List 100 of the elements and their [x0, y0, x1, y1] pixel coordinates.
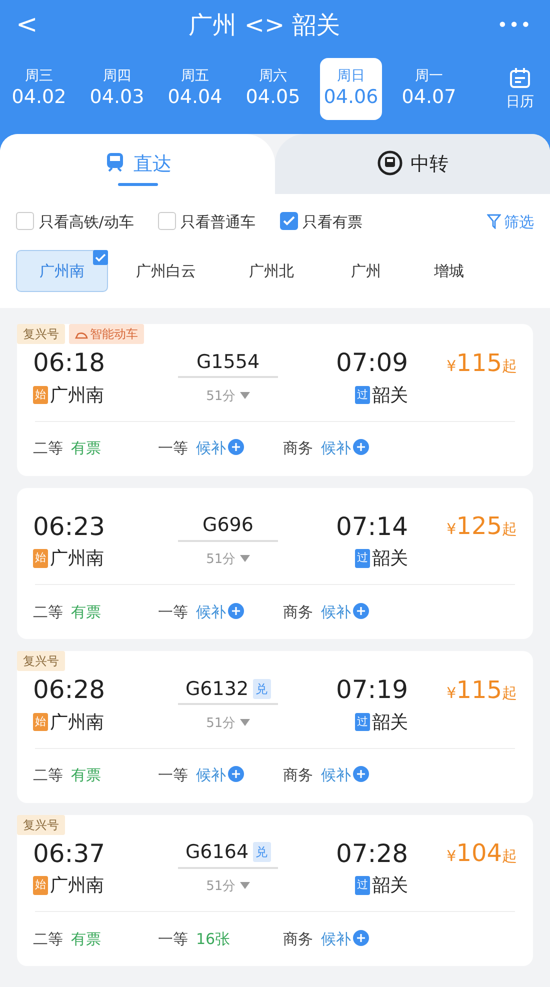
exchange-tag: 兑	[252, 842, 271, 862]
price: ¥115起	[446, 348, 517, 379]
departure-time: 06:28	[33, 674, 106, 706]
filter-button[interactable]: 筛选	[487, 210, 534, 234]
seat-status[interactable]: 候补	[196, 764, 244, 787]
duration-toggle[interactable]: 51分	[200, 712, 256, 734]
departure-time: 06:37	[33, 838, 106, 870]
plus-icon	[353, 439, 369, 456]
pass-mark: 过	[355, 386, 370, 404]
departure-station: 广州南	[50, 710, 104, 734]
departure-station: 广州南	[50, 874, 104, 898]
seat-class: 二等	[33, 765, 63, 786]
date-tab[interactable]: 周六 04.05	[242, 58, 304, 120]
calendar-button[interactable]: 日历	[506, 66, 534, 112]
seat-class: 二等	[33, 928, 63, 950]
seat-class: 一等	[158, 602, 188, 623]
caret-icon	[240, 392, 250, 399]
origin-mark: 始	[33, 712, 48, 732]
page-title: 广州 <> 韶关	[188, 10, 342, 41]
arrival-time: 07:14	[334, 510, 409, 542]
departure-time: 06:23	[33, 510, 106, 542]
caret-icon	[240, 555, 250, 562]
plus-icon	[228, 766, 244, 782]
mode-tab[interactable]: 直达	[0, 134, 275, 194]
seat-class: 二等	[33, 602, 63, 623]
filter-checkbox[interactable]: 只看高铁/动车	[16, 210, 134, 234]
arrival-station: 韶关	[372, 547, 408, 571]
departure-time: 06:18	[33, 347, 106, 379]
filter-checkbox[interactable]: 只看普通车	[158, 210, 256, 234]
arrival-station: 韶关	[372, 710, 408, 734]
seat-status[interactable]: 候补	[196, 600, 244, 624]
origin-mark: 始	[33, 386, 48, 404]
train-number: G696	[202, 513, 254, 538]
arrival-station: 韶关	[372, 384, 408, 408]
seat-class: 商务	[283, 602, 313, 623]
seat-class: 商务	[283, 438, 313, 460]
seat-class: 一等	[158, 765, 188, 786]
departure-station: 广州南	[50, 384, 104, 408]
seat-status: 有票	[71, 928, 101, 950]
seat-status: 有票	[71, 437, 101, 460]
duration-toggle[interactable]: 51分	[200, 386, 256, 408]
origin-mark: 始	[33, 549, 48, 568]
arrival-time: 07:19	[334, 674, 409, 706]
price: ¥104起	[446, 838, 517, 870]
train-tag: 复兴号	[17, 814, 65, 834]
plus-icon	[353, 602, 369, 619]
plus-icon	[228, 602, 244, 619]
date-tab[interactable]: 周四 04.03	[86, 58, 148, 120]
departure-station: 广州南	[50, 547, 104, 571]
train-tag: 智能动车	[69, 324, 144, 344]
arrival-time: 07:09	[334, 347, 409, 379]
pass-mark: 过	[355, 876, 370, 895]
station-chip[interactable]: 广州南	[16, 250, 108, 292]
train-tag: 复兴号	[17, 324, 65, 344]
date-tab[interactable]: 周一 04.07	[398, 58, 460, 120]
seat-class: 二等	[33, 438, 63, 460]
pass-mark: 过	[355, 712, 370, 732]
seat-status: 有票	[71, 600, 101, 624]
duration-toggle[interactable]: 51分	[200, 876, 256, 898]
price: ¥115起	[446, 674, 517, 706]
train-card[interactable]: 复兴号 06:28 G6132 兑 07:19 ¥115起 始 广州南 51分 过 韶关 二等 有票 一等 候补 商务 候补	[17, 651, 533, 802]
plus-icon	[353, 766, 369, 782]
seat-class: 一等	[158, 928, 188, 950]
duration-toggle[interactable]: 51分	[200, 549, 256, 571]
seat-status[interactable]: 候补	[321, 928, 369, 950]
caret-icon	[240, 718, 250, 726]
train-card[interactable]: 复兴号 06:37 G6164 兑 07:28 ¥104起 始 广州南 51分 过 韶关 二等 有票 一等 16张 商务 候补	[17, 814, 533, 966]
date-tab[interactable]: 周三 04.02	[8, 58, 70, 120]
seat-status: 16张	[196, 928, 230, 950]
seat-status[interactable]: 候补	[321, 600, 369, 624]
train-tag: 复兴号	[17, 651, 65, 671]
exchange-tag: 兑	[252, 678, 271, 699]
seat-class: 一等	[158, 438, 188, 460]
more-button[interactable]: •••	[479, 12, 550, 38]
caret-icon	[240, 882, 250, 890]
filter-checkbox[interactable]: 只看有票	[280, 210, 362, 234]
train-number: G6132	[185, 676, 249, 702]
arrival-station: 韶关	[372, 874, 408, 898]
seat-class: 商务	[283, 928, 313, 950]
plus-icon	[228, 439, 244, 456]
price: ¥125起	[446, 511, 517, 542]
checkmark-icon	[93, 250, 108, 265]
train-number: G1554	[196, 350, 260, 374]
date-tab[interactable]: 周五 04.04	[164, 58, 226, 120]
seat-status[interactable]: 候补	[321, 764, 369, 787]
train-number: G6164	[185, 840, 249, 865]
date-tab[interactable]: 周日 04.06	[320, 58, 382, 120]
seat-status[interactable]: 候补	[196, 437, 244, 460]
seat-status: 有票	[71, 764, 101, 787]
train-card[interactable]: 06:23 G696 07:14 ¥125起 始 广州南 51分 过 韶关 二等 有票 一等 候补 商务 候补	[17, 488, 533, 639]
seat-status[interactable]: 候补	[321, 437, 369, 460]
transfer-icon	[376, 150, 402, 176]
filter-icon	[487, 214, 501, 229]
seat-class: 商务	[283, 765, 313, 786]
train-nose-icon	[75, 330, 88, 339]
mode-tab[interactable]: 中转	[275, 134, 550, 194]
train-card[interactable]: 复兴号 智能动车 06:18 G1554 07:09 ¥115起 始 广州南 51分 过 韶关 二等 有票 一等 候补 商务 候补	[17, 324, 533, 476]
plus-icon	[353, 930, 369, 946]
arrival-time: 07:28	[334, 838, 409, 870]
back-button[interactable]: <	[0, 6, 50, 44]
